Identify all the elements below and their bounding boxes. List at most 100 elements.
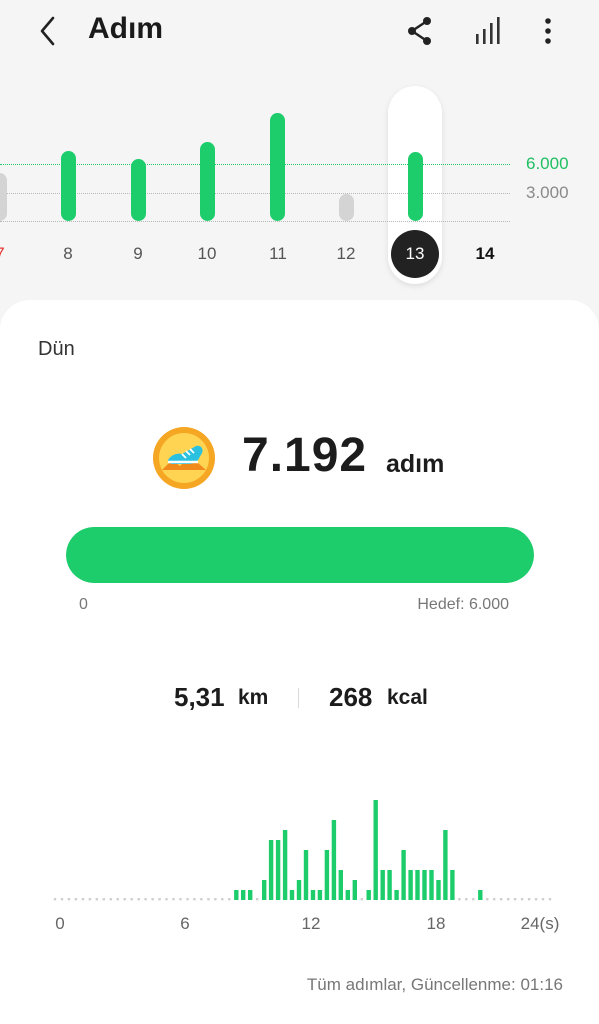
hourly-bar <box>123 898 126 901</box>
progress-goal-label: Hedef: 6.000 <box>417 596 509 613</box>
hourly-bar <box>53 898 57 901</box>
day-bar-8[interactable] <box>61 151 76 221</box>
hourly-bar <box>193 898 196 901</box>
hourly-bar <box>144 898 147 901</box>
running-shoe-badge-icon <box>152 426 216 490</box>
day-label-11[interactable]: 11 <box>258 244 298 264</box>
day-bar-9[interactable] <box>131 159 146 221</box>
hourly-bar <box>179 898 182 901</box>
hour-label-6: 6 <box>180 914 190 933</box>
day-label-7[interactable]: 7 <box>0 244 20 264</box>
goal-axis-label: 6.000 <box>526 154 569 173</box>
day-label-9[interactable]: 9 <box>118 244 158 264</box>
calories-value: 268 <box>329 682 373 712</box>
hourly-bar <box>324 850 330 900</box>
progress-min-label: 0 <box>79 596 88 613</box>
hourly-bar <box>296 880 302 900</box>
hourly-steps-svg <box>53 800 552 901</box>
hourly-bar <box>268 840 274 900</box>
hourly-bar <box>207 898 210 901</box>
hourly-bar <box>465 898 468 901</box>
hourly-bar <box>527 898 531 901</box>
hourly-bar <box>317 890 323 900</box>
hourly-bar <box>450 870 455 900</box>
hourly-bar <box>248 890 253 900</box>
hourly-bar <box>74 898 78 901</box>
hourly-bar <box>520 898 524 901</box>
back-button[interactable] <box>34 14 64 48</box>
baseline-gridline <box>0 221 510 222</box>
day-label-12[interactable]: 12 <box>326 244 366 264</box>
hourly-bar <box>67 898 71 901</box>
day-label-13-selected[interactable]: 13 <box>391 230 439 278</box>
hourly-bar <box>458 898 461 901</box>
hourly-bar <box>256 898 259 901</box>
hourly-bar <box>130 898 133 901</box>
hourly-bar <box>165 898 168 901</box>
day-label-8[interactable]: 8 <box>48 244 88 264</box>
share-icon <box>404 14 436 48</box>
update-status-text: Tüm adımlar, Güncellenme: 01:16 <box>306 975 563 994</box>
share-button[interactable] <box>404 14 436 48</box>
day-label-14[interactable]: 14 <box>465 244 505 264</box>
hourly-bar <box>380 870 385 900</box>
hourly-steps-chart[interactable]: 0 6 12 18 24(s) <box>0 790 599 940</box>
goal-progress-fill <box>66 527 534 583</box>
day-bar-7[interactable] <box>0 173 7 221</box>
hourly-bar <box>422 870 427 900</box>
hourly-bar <box>415 870 420 900</box>
hourly-bar <box>548 898 552 901</box>
hourly-bar <box>200 898 203 901</box>
hourly-bar <box>289 890 295 900</box>
day-bar-11[interactable] <box>270 113 285 221</box>
hourly-bar <box>275 840 281 900</box>
hourly-bar <box>310 890 316 900</box>
hourly-bar <box>472 898 475 901</box>
hourly-bar <box>408 870 413 900</box>
hourly-bar <box>262 880 267 900</box>
hourly-bar <box>360 898 363 901</box>
hourly-bar <box>221 898 224 901</box>
distance-value: 5,31 <box>174 682 225 712</box>
hourly-bar <box>394 890 399 900</box>
hourly-bar <box>214 898 217 901</box>
hourly-bar <box>186 898 189 901</box>
hourly-bar <box>478 890 483 900</box>
more-options-button[interactable] <box>534 14 562 48</box>
day-label: Dün <box>38 338 75 360</box>
hourly-bar <box>352 880 357 900</box>
day-label-10[interactable]: 10 <box>187 244 227 264</box>
hour-label-18: 18 <box>426 914 446 933</box>
calories-unit: kcal <box>387 686 428 709</box>
hourly-bar <box>151 898 154 901</box>
hourly-bar <box>60 898 64 901</box>
day-bar-12[interactable] <box>339 194 354 221</box>
chevron-left-icon <box>34 14 64 48</box>
hourly-bar <box>443 830 448 900</box>
steps-count: 7.192 <box>242 429 368 482</box>
more-vertical-icon <box>534 14 562 48</box>
hourly-bar <box>228 898 231 901</box>
hourly-bar <box>88 898 92 901</box>
page-title: Adım <box>88 12 163 45</box>
hourly-bar <box>158 898 161 901</box>
hourly-bar <box>81 898 85 901</box>
distance-unit: km <box>238 686 269 709</box>
hourly-bar <box>137 898 140 901</box>
weekly-step-chart: 6.000 3.000 7 8 9 10 11 12 13 14 <box>0 62 599 290</box>
hourly-bar <box>513 898 517 901</box>
hourly-bar <box>493 898 496 901</box>
hourly-bar <box>331 820 337 900</box>
hourly-bar <box>172 898 175 901</box>
hourly-bar <box>534 898 538 901</box>
stat-divider <box>298 688 299 708</box>
hourly-bar <box>387 870 392 900</box>
hourly-bar <box>436 880 441 900</box>
hourly-bar <box>282 830 288 900</box>
day-bar-13[interactable] <box>408 152 423 221</box>
day-bar-10[interactable] <box>200 142 215 221</box>
mid-axis-label: 3.000 <box>526 183 569 202</box>
trends-button[interactable] <box>470 14 504 48</box>
app-header: Adım <box>0 0 599 62</box>
hourly-bar <box>507 898 510 901</box>
